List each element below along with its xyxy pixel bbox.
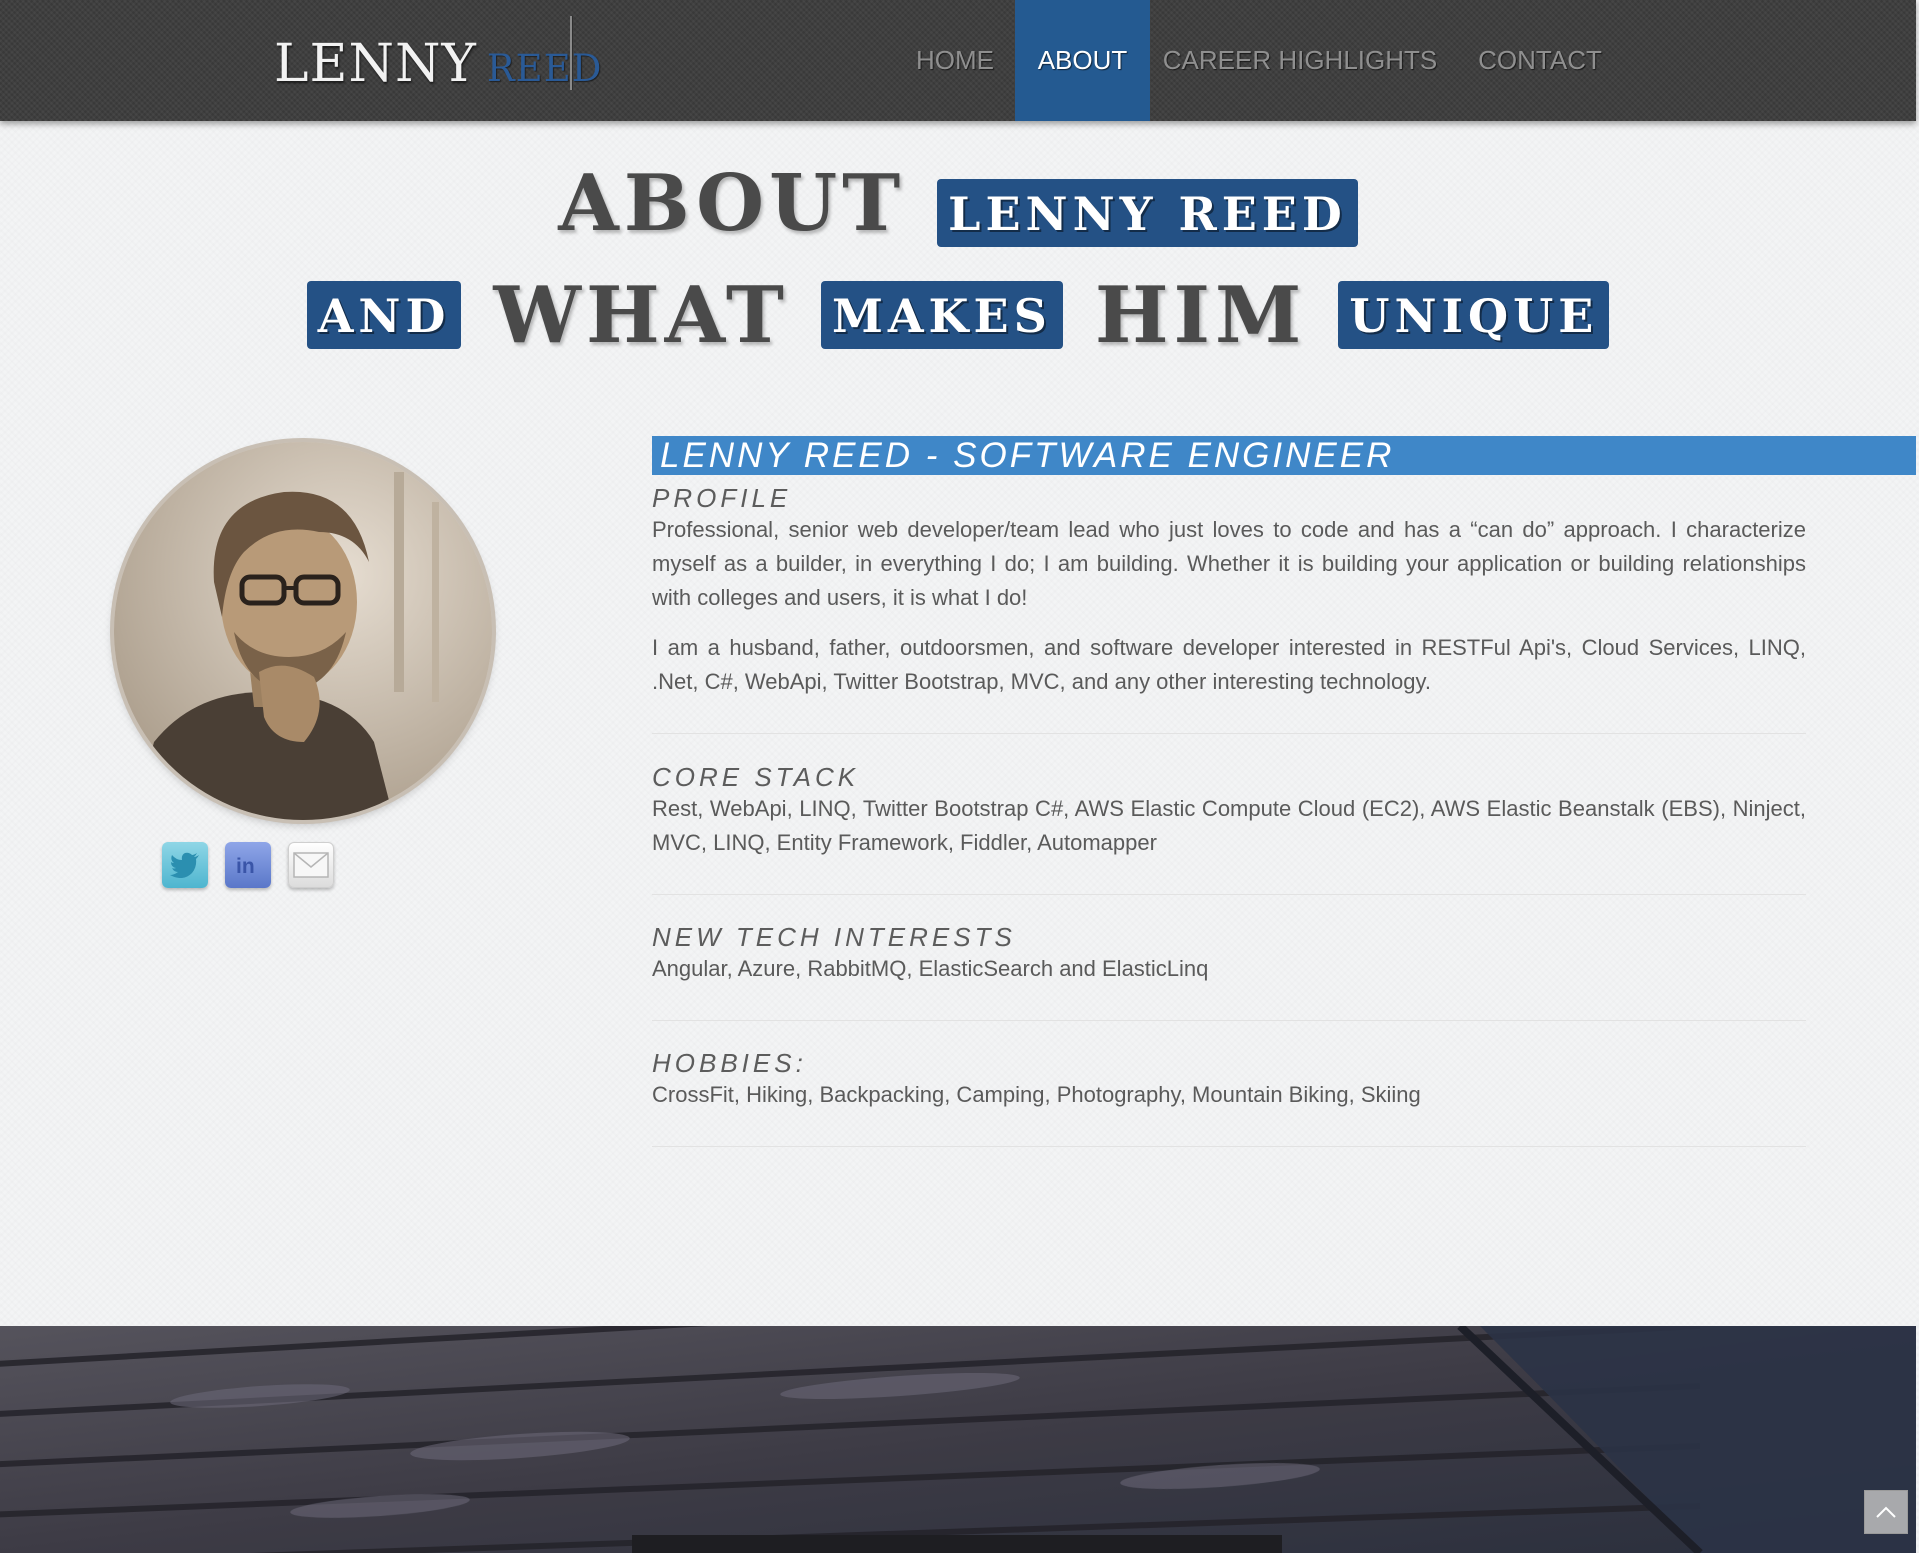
section-divider	[652, 733, 1806, 734]
brand-first-name: LENNY	[274, 34, 477, 94]
brand-logo[interactable]: LENNY REED	[274, 34, 602, 94]
heading-chip-unique: UNIQUE	[1338, 281, 1610, 349]
nav-about[interactable]: ABOUT	[1015, 0, 1150, 121]
chevron-up-icon[interactable]	[1864, 1490, 1908, 1534]
hobbies-text: CrossFit, Hiking, Backpacking, Camping, …	[652, 1082, 1421, 1107]
new-tech-text: Angular, Azure, RabbitMQ, ElasticSearch …	[652, 956, 1209, 981]
new-tech-label: NEW TECH INTERESTS	[652, 922, 1016, 952]
heading-word-about: ABOUT	[558, 157, 906, 249]
footer-bar	[632, 1535, 1282, 1553]
profile-label: PROFILE	[652, 483, 792, 513]
page-heading-line-2: AND WHAT MAKES HIM UNIQUE	[0, 269, 1916, 361]
nav-career-highlights[interactable]: CAREER HIGHLIGHTS	[1160, 0, 1440, 121]
heading-chip-and: AND	[306, 281, 462, 349]
footer-wood-deck-image	[0, 1326, 1916, 1553]
heading-chip-name: LENNY REED	[937, 179, 1358, 247]
heading-word-what: WHAT	[493, 269, 789, 361]
heading-chip-makes: MAKES	[820, 281, 1063, 349]
core-stack-text: Rest, WebApi, LINQ, Twitter Bootstrap C#…	[652, 796, 1806, 855]
page-heading-line-1: ABOUT LENNY REED	[0, 157, 1916, 249]
profile-paragraph-1: Professional, senior web developer/team …	[652, 517, 1806, 610]
profile-photo	[114, 442, 492, 820]
twitter-icon[interactable]	[162, 842, 208, 888]
heading-word-him: HIM	[1094, 269, 1307, 361]
section-divider	[652, 894, 1806, 895]
svg-text:in: in	[236, 855, 255, 877]
linkedin-icon[interactable]: in	[225, 842, 271, 888]
hobbies-label: HOBBIES:	[652, 1048, 807, 1078]
profile-title-bar: LENNY REED - SOFTWARE ENGINEER	[652, 436, 1916, 475]
nav-home[interactable]: HOME	[905, 0, 1005, 121]
email-icon[interactable]	[288, 842, 334, 888]
top-navbar: LENNY REED HOME ABOUT CAREER HIGHLIGHTS …	[0, 0, 1916, 121]
profile-paragraph-2: I am a husband, father, outdoorsmen, and…	[652, 635, 1806, 694]
brand-divider	[570, 16, 572, 90]
section-divider	[652, 1020, 1806, 1021]
core-stack-label: CORE STACK	[652, 762, 860, 792]
section-divider	[652, 1146, 1806, 1147]
nav-contact[interactable]: CONTACT	[1470, 0, 1610, 121]
brand-last-name: REED	[486, 47, 603, 90]
